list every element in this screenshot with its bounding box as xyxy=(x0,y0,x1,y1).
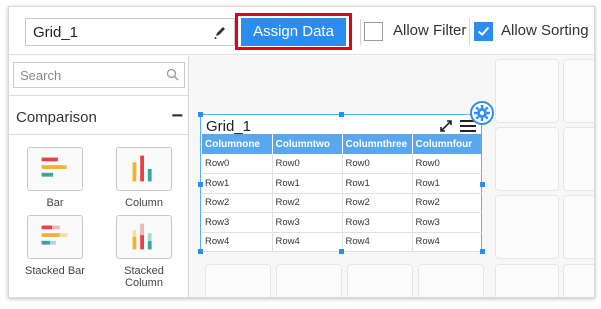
resize-handle[interactable] xyxy=(480,249,485,254)
canvas-cell xyxy=(563,195,594,259)
settings-icon[interactable] xyxy=(470,101,494,125)
grid-cell: Row0 xyxy=(202,154,273,174)
category-title: Comparison xyxy=(16,109,97,126)
grid-column-header[interactable]: Columnone xyxy=(202,134,273,154)
stacked-bar-widget-tile[interactable] xyxy=(27,215,83,259)
grid-cell: Row3 xyxy=(272,212,343,233)
bar-chart-icon xyxy=(41,157,67,177)
resize-handle[interactable] xyxy=(339,112,344,117)
grid-column-header[interactable]: Columnthree xyxy=(342,134,413,154)
table-row: Row1 Row1 Row1 Row1 xyxy=(202,173,482,194)
search-input[interactable] xyxy=(14,63,164,87)
grid-cell: Row2 xyxy=(272,193,343,213)
widget-panel: Comparison − Bar Column xyxy=(9,56,189,297)
canvas-cell xyxy=(563,59,594,123)
widget-name-field[interactable]: Grid_1 xyxy=(25,18,235,46)
grid-cell: Row3 xyxy=(342,212,413,233)
grid-cell: Row1 xyxy=(272,173,343,194)
stacked-column-widget-tile[interactable] xyxy=(116,215,172,259)
grid-cell: Row4 xyxy=(202,232,273,252)
canvas-cell xyxy=(563,127,594,191)
grid-cell: Row2 xyxy=(202,193,273,213)
panel-divider xyxy=(9,95,188,96)
expand-icon[interactable] xyxy=(439,119,453,133)
grid-cell: Row1 xyxy=(342,173,413,194)
column-chart-icon xyxy=(132,155,152,182)
canvas-cell xyxy=(495,127,559,191)
grid-cell: Row3 xyxy=(202,212,273,233)
allow-sorting-label: Allow Sorting xyxy=(501,22,589,39)
grid-cell: Row1 xyxy=(412,173,482,194)
checkmark-icon xyxy=(477,26,490,37)
allow-filter-label: Allow Filter xyxy=(393,22,467,39)
bar-widget-tile[interactable] xyxy=(27,147,83,191)
grid-widget[interactable]: Grid_1 Columnone Columntwo Columnthree C… xyxy=(200,114,482,252)
grid-cell: Row1 xyxy=(202,173,273,194)
table-row: Row0 Row0 Row0 Row0 xyxy=(202,154,482,174)
stacked-column-widget-label: Stacked Column xyxy=(124,265,164,289)
canvas-cell xyxy=(418,264,484,297)
canvas-cell xyxy=(495,195,559,259)
grid-cell: Row4 xyxy=(412,232,482,252)
canvas-cell xyxy=(495,264,559,297)
bar-widget-label: Bar xyxy=(46,197,64,209)
resize-handle[interactable] xyxy=(339,249,344,254)
grid-header-row: Columnone Columntwo Columnthree Columnfo… xyxy=(202,134,482,154)
grid-cell: Row0 xyxy=(272,154,343,174)
grid-widget-title: Grid_1 xyxy=(206,118,252,135)
collapse-icon[interactable]: − xyxy=(171,105,183,128)
grid-cell: Row4 xyxy=(342,232,413,252)
category-divider xyxy=(9,134,188,135)
grid-cell: Row2 xyxy=(342,193,413,213)
data-grid: Columnone Columntwo Columnthree Columnfo… xyxy=(202,134,482,252)
resize-handle[interactable] xyxy=(198,249,203,254)
stacked-column-chart-icon xyxy=(132,223,152,250)
category-comparison[interactable]: Comparison − xyxy=(9,105,188,129)
allow-sorting-checkbox[interactable] xyxy=(474,22,493,41)
column-widget-label: Column xyxy=(125,197,163,209)
grid-column-header[interactable]: Columnfour xyxy=(412,134,482,154)
toolbar-separator xyxy=(469,19,470,45)
pencil-icon[interactable] xyxy=(213,24,227,40)
canvas-cell xyxy=(495,59,559,123)
gear-icon xyxy=(474,105,490,121)
grid-cell: Row3 xyxy=(412,212,482,233)
grid-cell: Row0 xyxy=(342,154,413,174)
table-row: Row3 Row3 Row3 Row3 xyxy=(202,212,482,233)
assign-data-button[interactable]: Assign Data xyxy=(241,18,346,46)
widget-name-text: Grid_1 xyxy=(33,24,79,41)
grid-column-header[interactable]: Columntwo xyxy=(272,134,343,154)
stacked-bar-chart-icon xyxy=(41,225,68,245)
grid-cell: Row4 xyxy=(272,232,343,252)
table-row: Row2 Row2 Row2 Row2 xyxy=(202,193,482,213)
canvas-cell xyxy=(563,264,594,297)
grid-cell: Row2 xyxy=(412,193,482,213)
search-icon[interactable] xyxy=(166,68,179,81)
stacked-bar-widget-label: Stacked Bar xyxy=(25,265,85,277)
resize-handle[interactable] xyxy=(480,182,485,187)
resize-handle[interactable] xyxy=(198,182,203,187)
canvas-cell xyxy=(347,264,413,297)
allow-filter-checkbox[interactable] xyxy=(364,22,383,41)
column-widget-tile[interactable] xyxy=(116,147,172,191)
canvas-cell xyxy=(205,264,271,297)
widget-search[interactable] xyxy=(13,62,185,88)
canvas-cell xyxy=(276,264,342,297)
grid-cell: Row0 xyxy=(412,154,482,174)
designer-toolbar: Grid_1 Assign Data Allow Filter Allow So… xyxy=(9,7,594,55)
toolbar-separator xyxy=(360,19,361,45)
resize-handle[interactable] xyxy=(198,112,203,117)
